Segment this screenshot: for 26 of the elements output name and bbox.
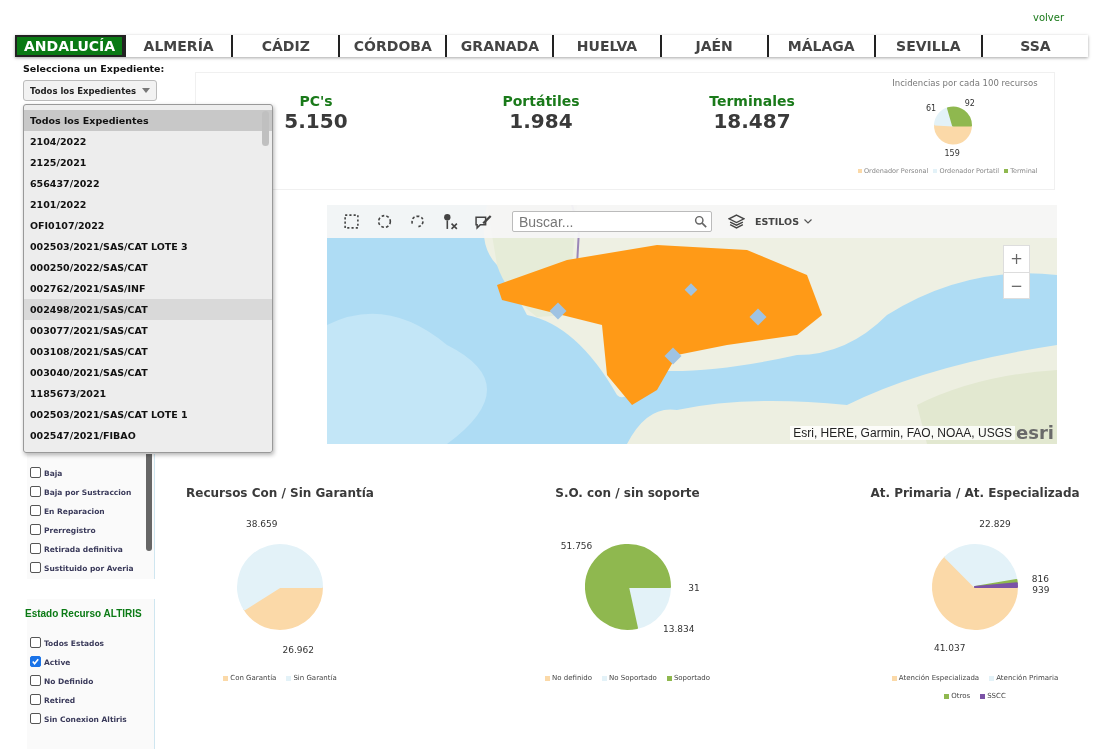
chart-title: Recursos Con / Sin Garantía xyxy=(186,486,374,500)
data-label: 939 xyxy=(1032,584,1050,595)
chart-title: At. Primaria / At. Especializada xyxy=(870,486,1080,500)
select-label: Selecciona un Expediente: xyxy=(23,63,165,74)
section-title: Estado Recurso ALTIRIS xyxy=(25,608,142,619)
data-label: 41.037 xyxy=(933,642,966,653)
stat-value: 18.487 xyxy=(713,109,791,133)
stat-value: 1.984 xyxy=(509,109,573,133)
data-label: 22.829 xyxy=(979,519,1011,530)
chart-title: S.O. con / sin soporte xyxy=(555,486,700,500)
data-label: 92 xyxy=(964,98,975,108)
data-label: 159 xyxy=(944,149,960,159)
data-label: 61 xyxy=(925,103,937,113)
stat-label: Portátiles xyxy=(502,93,580,109)
map-attribution: Esri, HERE, Garmin, FAO, NOAA, USGS xyxy=(790,426,1015,440)
data-label: 26.962 xyxy=(282,645,314,656)
stat-value: 5.150 xyxy=(284,109,348,133)
stat-label: Terminales xyxy=(709,93,795,109)
map-logo: esri xyxy=(1016,422,1054,443)
data-label: 816 xyxy=(1031,573,1050,584)
data-label: 31 xyxy=(687,583,700,593)
data-label: 51.756 xyxy=(560,540,592,551)
data-label: 13.834 xyxy=(662,624,695,635)
data-label: 38.659 xyxy=(246,518,278,529)
chart-title: Incidencias por cada 100 recursos xyxy=(892,78,1038,88)
stat-label: PC's xyxy=(299,93,333,109)
